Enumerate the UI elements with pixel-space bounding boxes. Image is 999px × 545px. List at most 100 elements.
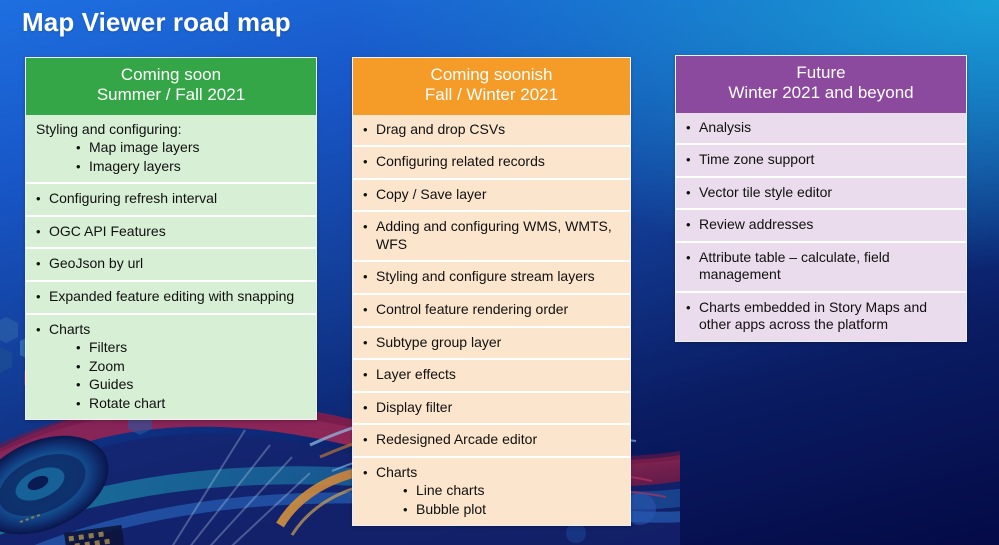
column-header-coming-soonish: Coming soonish Fall / Winter 2021 — [353, 58, 630, 115]
roadmap-item: • OGC API Features — [36, 223, 308, 241]
roadmap-item: • Subtype group layer — [363, 334, 622, 352]
bullet-icon: • — [686, 299, 691, 315]
bullet-icon: • — [686, 249, 691, 265]
roadmap-item-label: Control feature rendering order — [376, 300, 569, 317]
bullet-icon: • — [363, 399, 368, 415]
roadmap-item-row[interactable]: • Adding and configuring WMS, WMTS, WFS — [353, 210, 630, 260]
bullet-icon: • — [76, 395, 81, 411]
roadmap-item-row[interactable]: • Time zone support — [676, 143, 966, 176]
bullet-icon: • — [36, 191, 41, 207]
roadmap-subitem: • Rotate chart — [76, 395, 308, 413]
roadmap-item-row[interactable]: • Styling and configure stream layers — [353, 260, 630, 293]
roadmap-item-row[interactable]: • OGC API Features — [26, 214, 316, 248]
roadmap-item-row[interactable]: • Review addresses — [676, 208, 966, 241]
roadmap-item-label: Configuring related records — [376, 153, 545, 170]
roadmap-item-label: Bubble plot — [416, 500, 487, 517]
bullet-icon: • — [363, 121, 368, 137]
roadmap-item: • Layer effects — [363, 366, 622, 384]
bullet-icon: • — [686, 184, 691, 200]
roadmap-item-row[interactable]: • Display filter — [353, 390, 630, 424]
roadmap-subitem: • Line charts — [403, 482, 622, 500]
roadmap-item: • Adding and configuring WMS, WMTS, WFS — [363, 218, 622, 253]
roadmap-item: • Charts embedded in Story Maps and other… — [686, 299, 958, 334]
roadmap-item-label: Imagery layers — [89, 157, 181, 174]
roadmap-item-label: Rotate chart — [89, 394, 166, 411]
roadmap-item-row[interactable]: • Configuring refresh interval — [26, 182, 316, 215]
roadmap-subitem: • Zoom — [76, 358, 308, 376]
roadmap-item-label: GeoJson by url — [49, 255, 144, 272]
roadmap-item-label: Redesigned Arcade editor — [376, 431, 538, 448]
roadmap-subitem: • Guides — [76, 376, 308, 394]
roadmap-item-row[interactable]: • Subtype group layer — [353, 325, 630, 359]
roadmap-item-row[interactable]: • Charts • Filters • Zoom • Guides • Rotate chart — [26, 312, 316, 420]
roadmap-item-label: Copy / Save layer — [376, 185, 487, 202]
column-header-line1: Coming soon — [120, 65, 222, 84]
roadmap-item: • Vector tile style editor — [686, 184, 958, 202]
bullet-icon: • — [403, 501, 408, 517]
roadmap-item-row[interactable]: • Vector tile style editor — [676, 175, 966, 209]
column-body-future: • Analysis • Time zone support • Vector tile … — [676, 112, 966, 341]
roadmap-item-label: Display filter — [376, 398, 453, 415]
roadmap-item: • Drag and drop CSVs — [363, 121, 622, 139]
column-body-coming-soonish: • Drag and drop CSVs • Configuring related … — [353, 114, 630, 526]
roadmap-subitem: • Imagery layers — [76, 158, 308, 176]
roadmap-item-label: Adding and configuring WMS, WMTS, WFS — [376, 218, 612, 252]
bullet-icon: • — [363, 301, 368, 317]
roadmap-item-row[interactable]: • Redesigned Arcade editor — [353, 423, 630, 456]
bullet-icon: • — [363, 334, 368, 350]
roadmap-item-label: Filters — [89, 339, 128, 356]
roadmap-item-label: Charts — [376, 463, 418, 480]
roadmap-item: • Analysis — [686, 119, 958, 137]
roadmap-item-row[interactable]: • Expanded feature editing with snapping — [26, 280, 316, 313]
bullet-icon: • — [36, 321, 41, 337]
column-body-coming-soon: Styling and configuring: • Map image layer… — [26, 114, 316, 420]
roadmap-item-row[interactable]: • GeoJson by url — [26, 247, 316, 280]
roadmap-item-row[interactable]: • Drag and drop CSVs — [353, 115, 630, 146]
bullet-icon: • — [686, 217, 691, 233]
bullet-icon: • — [76, 340, 81, 356]
roadmap-item-label: Analysis — [699, 118, 752, 135]
column-header-line2: Summer / Fall 2021 — [96, 85, 246, 105]
roadmap-item: • Control feature rendering order — [363, 301, 622, 319]
roadmap-item-label: Review addresses — [699, 216, 814, 233]
roadmap-item: • Review addresses — [686, 216, 958, 234]
roadmap-item-row[interactable]: • Configuring related records — [353, 145, 630, 178]
bullet-icon: • — [36, 289, 41, 305]
roadmap-item: • Styling and configure stream layers — [363, 268, 622, 286]
roadmap-item: • Expanded feature editing with snapping — [36, 288, 308, 306]
roadmap-item: Styling and configuring: — [36, 121, 308, 139]
bullet-icon: • — [76, 158, 81, 174]
roadmap-item: • Configuring related records — [363, 153, 622, 171]
roadmap-item-label: Layer effects — [376, 366, 456, 383]
column-header-future: Future Winter 2021 and beyond — [676, 56, 966, 113]
roadmap-item-label: Charts — [49, 320, 91, 337]
roadmap-item: • Charts — [363, 464, 622, 482]
roadmap-item-row[interactable]: • Control feature rendering order — [353, 292, 630, 326]
bullet-icon: • — [76, 377, 81, 393]
roadmap-item-row[interactable]: • Charts • Line charts • Bubble plot — [353, 455, 630, 526]
slide-canvas: Map Viewer road map Coming soon Summer / … — [0, 0, 999, 545]
roadmap-item-row[interactable]: • Charts embedded in Story Maps and other… — [676, 290, 966, 341]
roadmap-column-coming-soonish: Coming soonish Fall / Winter 2021 • Drag an… — [352, 57, 631, 527]
roadmap-item-row[interactable]: • Layer effects — [353, 358, 630, 391]
roadmap-item-label: Expanded feature editing with snapping — [49, 288, 295, 305]
roadmap-item-label: Line charts — [416, 482, 485, 499]
roadmap-item-row[interactable]: • Attribute table – calculate, field mana… — [676, 240, 966, 291]
bullet-icon: • — [363, 269, 368, 285]
roadmap-item-row[interactable]: • Analysis — [676, 113, 966, 144]
bullet-icon: • — [76, 140, 81, 156]
page-title: Map Viewer road map — [22, 7, 291, 37]
roadmap-item-row[interactable]: • Copy / Save layer — [353, 177, 630, 211]
bullet-icon: • — [686, 152, 691, 168]
roadmap-item-label: Vector tile style editor — [699, 183, 833, 200]
column-header-coming-soon: Coming soon Summer / Fall 2021 — [26, 58, 316, 115]
roadmap-item-label: OGC API Features — [49, 222, 166, 239]
roadmap-item-label: Map image layers — [89, 139, 200, 156]
roadmap-item: • Charts — [36, 321, 308, 339]
roadmap-item: • Copy / Save layer — [363, 186, 622, 204]
column-header-line1: Coming soonish — [430, 65, 553, 84]
bullet-icon: • — [363, 219, 368, 235]
bullet-icon: • — [76, 358, 81, 374]
roadmap-item-row[interactable]: Styling and configuring: • Map image layer… — [26, 115, 316, 183]
roadmap-item: • GeoJson by url — [36, 255, 308, 273]
